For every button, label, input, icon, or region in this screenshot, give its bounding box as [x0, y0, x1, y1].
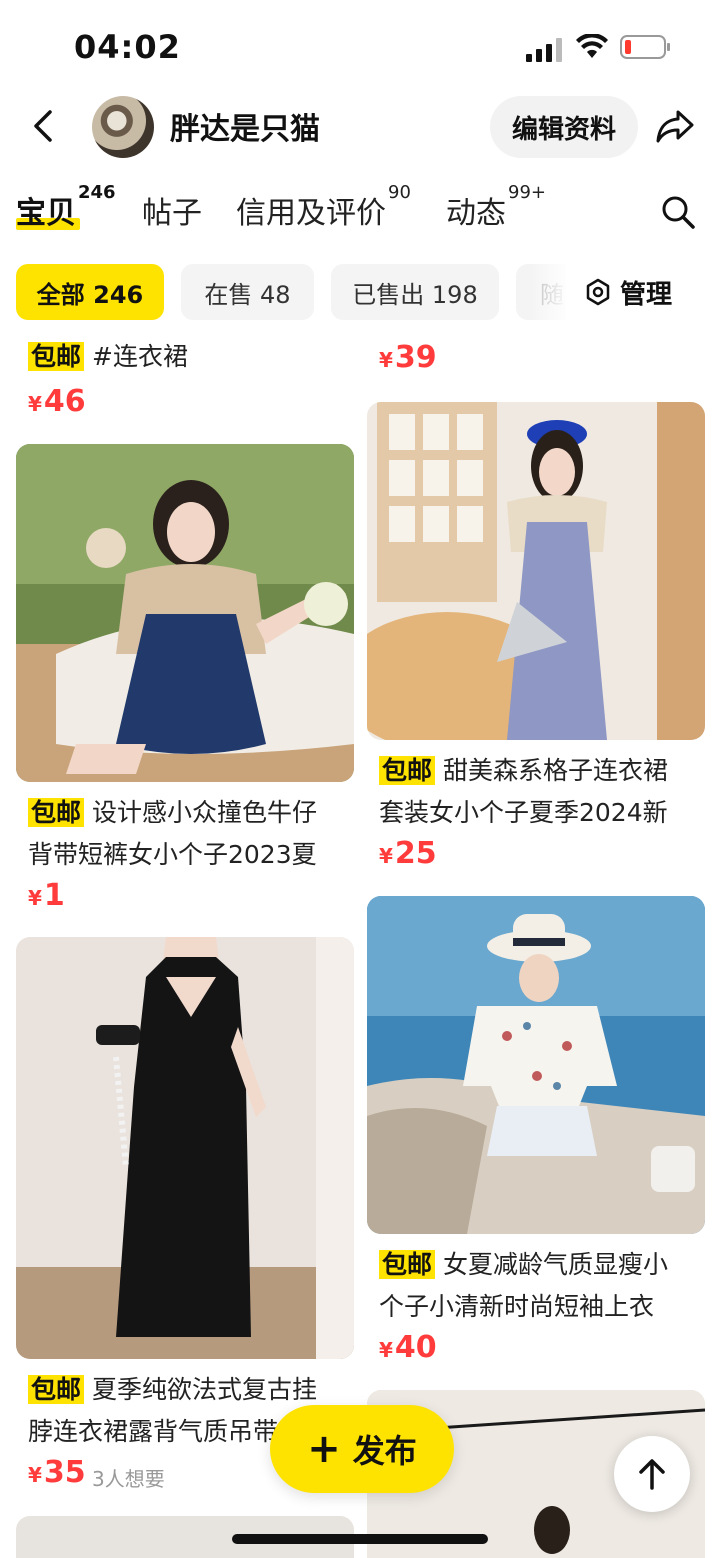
free-shipping-badge: 包邮	[28, 342, 85, 371]
product-price: ¥40	[379, 1330, 437, 1365]
item-feed: 包邮 #连衣裙 ¥46 ¥39 包邮 设计感小众撞色牛仔 背带短裤女小个子202…	[0, 330, 720, 1558]
tab-label: 信用及评价	[236, 196, 386, 231]
gear-icon	[586, 278, 610, 306]
manage-label: 管理	[620, 279, 673, 310]
signal-icon	[526, 38, 562, 62]
title-line: 背带短裤女小个子2023夏	[28, 840, 317, 869]
tab-activity[interactable]: 动态99+	[446, 182, 546, 232]
product-image	[16, 937, 354, 1359]
free-shipping-badge: 包邮	[379, 756, 436, 785]
free-shipping-badge: 包邮	[379, 1250, 436, 1279]
publish-button[interactable]: + 发布	[270, 1405, 454, 1493]
price-value: 35	[43, 1455, 86, 1490]
tab-label: 动态	[446, 196, 506, 231]
wifi-icon	[576, 34, 608, 58]
tab-count: 246	[78, 182, 116, 203]
filter-sold[interactable]: 已售出 198	[331, 264, 499, 320]
product-card[interactable]: 包邮 甜美森系格子连衣裙 套装女小个子夏季2024新 ¥25	[367, 402, 705, 882]
username: 胖达是只猫	[170, 112, 320, 147]
want-count: 3人想要	[92, 1467, 165, 1491]
manage-button[interactable]: 管理	[566, 264, 720, 320]
product-photo-denim	[16, 444, 354, 782]
currency-symbol: ¥	[379, 348, 393, 372]
product-image	[367, 402, 705, 740]
product-image	[16, 444, 354, 782]
product-price: ¥1	[28, 878, 65, 913]
price-value: 40	[394, 1330, 437, 1365]
profile-header: 胖达是只猫 编辑资料	[0, 90, 720, 170]
product-photo-seaside	[367, 896, 705, 1234]
title-line: 夏季纯欲法式复古挂	[92, 1375, 318, 1404]
price-value: 39	[394, 340, 437, 375]
title-line: 甜美森系格子连衣裙	[443, 756, 669, 785]
price-value: 46	[43, 384, 86, 419]
product-image	[367, 896, 705, 1234]
tab-label: 宝贝	[16, 196, 76, 231]
product-title: 包邮 #连衣裙	[28, 336, 188, 378]
filter-chips: 全部 246 在售 48 已售出 198 随 管理	[0, 264, 720, 322]
tab-label: 帖子	[142, 196, 202, 231]
status-bar: 04:02	[0, 0, 720, 90]
edit-profile-button[interactable]: 编辑资料	[490, 96, 638, 158]
product-photo-gingham	[367, 402, 705, 740]
profile-tabs: 宝贝246 帖子 信用及评价90 动态99+	[0, 180, 720, 240]
free-shipping-badge: 包邮	[28, 798, 85, 827]
product-title: 包邮 女夏减龄气质显瘦小 个子小清新时尚短袖上衣	[379, 1244, 668, 1328]
tab-count: 90	[388, 182, 411, 203]
product-photo-black-dress	[16, 937, 354, 1359]
currency-symbol: ¥	[28, 392, 42, 416]
price-value: 1	[43, 878, 65, 913]
home-indicator	[232, 1534, 488, 1544]
status-time: 04:02	[74, 28, 181, 66]
plus-icon: +	[307, 1426, 341, 1472]
product-price: ¥39	[379, 340, 437, 375]
currency-symbol: ¥	[28, 1463, 42, 1487]
filter-on-sale[interactable]: 在售 48	[181, 264, 314, 320]
chip-fade	[530, 264, 570, 320]
product-title: 包邮 甜美森系格子连衣裙 套装女小个子夏季2024新	[379, 750, 668, 834]
free-shipping-badge: 包邮	[28, 1375, 85, 1404]
search-icon[interactable]	[660, 194, 696, 230]
title-line: 女夏减龄气质显瘦小	[443, 1250, 669, 1279]
product-title: 包邮 设计感小众撞色牛仔 背带短裤女小个子2023夏	[28, 792, 317, 876]
tab-credit-reviews[interactable]: 信用及评价90	[236, 182, 411, 232]
filter-all[interactable]: 全部 246	[16, 264, 164, 320]
battery-icon	[620, 35, 670, 59]
title-line: #连衣裙	[92, 342, 188, 371]
scroll-to-top-button[interactable]	[614, 1436, 690, 1512]
product-card[interactable]: 包邮 设计感小众撞色牛仔 背带短裤女小个子2023夏 ¥1	[16, 444, 354, 924]
currency-symbol: ¥	[379, 1338, 393, 1362]
product-card[interactable]: 包邮 #连衣裙 ¥46	[16, 330, 354, 430]
product-price: ¥35	[28, 1455, 86, 1490]
product-price: ¥25	[379, 836, 437, 871]
price-value: 25	[394, 836, 437, 871]
tab-posts[interactable]: 帖子	[142, 188, 202, 232]
title-line: 套装女小个子夏季2024新	[379, 798, 668, 827]
tab-count: 99+	[508, 182, 546, 203]
currency-symbol: ¥	[28, 886, 42, 910]
product-card[interactable]: ¥39	[367, 330, 705, 390]
back-arrow-icon[interactable]	[24, 106, 64, 146]
product-card[interactable]: 包邮 夏季纯欲法式复古挂 脖连衣裙露背气质吊带 ¥35 3人想要	[16, 937, 354, 1491]
arrow-up-icon	[639, 1459, 665, 1490]
avatar[interactable]	[92, 96, 154, 158]
currency-symbol: ¥	[379, 844, 393, 868]
product-card[interactable]: 包邮 女夏减龄气质显瘦小 个子小清新时尚短袖上衣 ¥40	[367, 896, 705, 1376]
title-line: 个子小清新时尚短袖上衣	[379, 1292, 655, 1321]
publish-label: 发布	[352, 1432, 417, 1470]
product-price: ¥46	[28, 384, 86, 419]
tab-items[interactable]: 宝贝246	[16, 182, 116, 232]
share-icon[interactable]	[654, 106, 696, 146]
title-line: 设计感小众撞色牛仔	[92, 798, 318, 827]
